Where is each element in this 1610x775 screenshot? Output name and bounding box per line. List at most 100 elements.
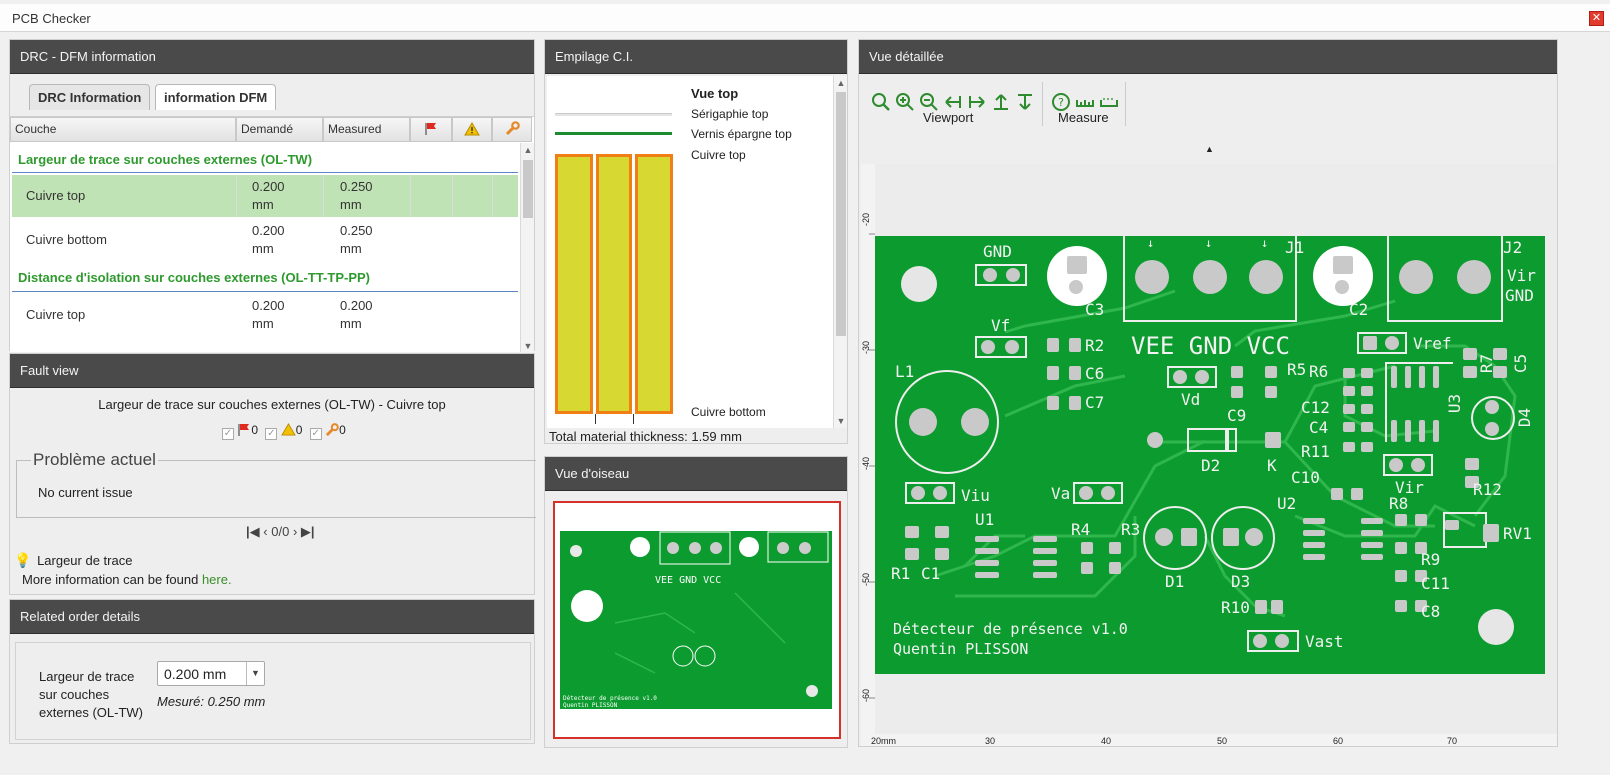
mounting-hole: [901, 266, 937, 302]
ref-c7: C7: [1085, 393, 1105, 412]
pad: [1147, 432, 1163, 448]
column-flag[interactable]: [410, 117, 452, 142]
bird-view-panel: Vue d'oiseau VEE GND VCC Détecteur de pr…: [544, 456, 848, 748]
close-icon[interactable]: ✕: [1589, 11, 1604, 26]
ref-vir: Vir: [1507, 266, 1536, 285]
drc-panel-header: DRC - DFM information: [10, 40, 534, 74]
tab-drc-information[interactable]: DRC Information: [29, 84, 151, 110]
ref-vast: Vast: [1305, 632, 1344, 651]
ref-d3: D3: [1231, 572, 1251, 591]
zoom-fit-icon[interactable]: [871, 92, 891, 112]
pan-down-icon[interactable]: [1015, 92, 1035, 112]
pad: [961, 408, 989, 436]
current-issue-legend: Problème actuel: [31, 450, 158, 470]
svg-text:Détecteur de présence v1.0: Détecteur de présence v1.0: [563, 695, 657, 702]
ref-u2: U2: [1277, 494, 1297, 513]
ref-rv1: RV1: [1503, 524, 1532, 543]
scroll-down-icon[interactable]: ▼: [521, 341, 534, 351]
scroll-down-icon[interactable]: ▼: [834, 416, 848, 426]
hint-line: More information can be found here.: [22, 572, 232, 587]
ref-gnd: GND: [983, 242, 1012, 261]
column-couche[interactable]: Couche: [10, 117, 236, 142]
table-row[interactable]: Cuivre top 0.200 mm 0.250 mm: [12, 175, 518, 217]
measure-distance-icon[interactable]: [1099, 92, 1119, 112]
scroll-up-icon[interactable]: ▲: [834, 78, 848, 88]
tab-information-dfm[interactable]: information DFM: [155, 84, 277, 110]
measure-ruler-icon[interactable]: [1075, 92, 1095, 112]
ref-gnd2: GND: [1505, 286, 1534, 305]
svg-text:Quentin PLISSON: Quentin PLISSON: [563, 702, 618, 709]
fault-view-header: Fault view: [10, 354, 534, 388]
trace-width-select[interactable]: 0.200 mm ▼: [157, 661, 265, 686]
window-title: PCB Checker: [12, 11, 91, 26]
viewport-group-label: Viewport: [923, 110, 974, 125]
column-fix[interactable]: [492, 117, 532, 142]
detail-toolbar: Viewport ? Measure: [861, 78, 1557, 132]
pad: [1067, 256, 1087, 274]
flag-icon: [425, 123, 436, 135]
pad: [1005, 340, 1019, 354]
arrow-icon: ↓: [1147, 236, 1155, 250]
pcb-thumbnail: VEE GND VCC Détecteur de présence v1.0 Q…: [560, 531, 832, 709]
ref-r6: R6: [1309, 362, 1329, 381]
wrench-icon: [505, 121, 520, 136]
pan-up-icon[interactable]: [991, 92, 1011, 112]
y-tick: -60: [861, 688, 871, 702]
ref-c12: C12: [1301, 398, 1330, 417]
scroll-thumb[interactable]: [836, 92, 846, 336]
ref-d2: D2: [1201, 456, 1221, 475]
column-demande[interactable]: Demandé: [236, 117, 323, 142]
order-details-panel: Related order details Largeur de trace s…: [9, 599, 535, 744]
zoom-in-icon[interactable]: [895, 92, 915, 112]
fault-filters: ✓ 0 ✓ 0 ✓ 0: [222, 423, 346, 440]
y-tick: -30: [861, 340, 871, 354]
required-cell: 0.200 mm: [252, 223, 285, 256]
bird-viewport-frame[interactable]: VEE GND VCC Détecteur de présence v1.0 Q…: [553, 501, 841, 739]
scroll-thumb[interactable]: [523, 160, 533, 218]
flag-checkbox[interactable]: ✓: [222, 428, 234, 440]
x-tick: 20mm: [871, 736, 897, 746]
table-row[interactable]: Cuivre top 0.200 mm 0.200 mm: [12, 294, 518, 336]
core-block: [635, 154, 673, 414]
next-page-icon[interactable]: ›: [293, 524, 297, 539]
stack-label-copper-bottom: Cuivre bottom: [691, 405, 766, 419]
help-icon[interactable]: ?: [1051, 92, 1071, 112]
column-warning[interactable]: [452, 117, 492, 142]
warning-checkbox[interactable]: ✓: [265, 428, 278, 440]
stack-label-copper-top: Cuivre top: [691, 148, 746, 162]
layer-cell: Cuivre bottom: [26, 232, 107, 247]
ref-d1: D1: [1165, 572, 1185, 591]
hint-link[interactable]: here.: [202, 572, 232, 587]
collapse-toolbar-icon[interactable]: ▲: [1205, 144, 1214, 154]
stack-label-vue-top: Vue top: [691, 86, 739, 101]
ref-c11: C11: [1421, 574, 1450, 593]
chevron-down-icon[interactable]: ▼: [246, 662, 264, 685]
ref-c10: C10: [1291, 468, 1320, 487]
table-scrollbar[interactable]: ▲ ▼: [520, 143, 534, 352]
detail-canvas[interactable]: -20 -30 -40 -50 -60 20mm 30 40 50 60 70: [861, 164, 1557, 746]
stack-label-mask: Vernis épargne top: [691, 127, 792, 141]
table-header: Couche Demandé Measured: [10, 117, 532, 142]
arrow-icon: ↓: [1205, 236, 1213, 250]
zoom-out-icon[interactable]: [919, 92, 939, 112]
fix-checkbox[interactable]: ✓: [309, 428, 322, 440]
drc-table: Couche Demandé Measured Largeur de trace…: [10, 116, 534, 352]
pan-left-icon[interactable]: [943, 92, 963, 112]
svg-text:VEE GND VCC: VEE GND VCC: [655, 575, 721, 586]
column-measured[interactable]: Measured: [323, 117, 410, 142]
scroll-up-icon[interactable]: ▲: [521, 145, 534, 155]
ref-c2: C2: [1349, 300, 1369, 319]
ref-l1: L1: [895, 362, 915, 381]
order-detail-box: Largeur de trace sur couches externes (O…: [15, 642, 531, 740]
stackup-scrollbar[interactable]: ▲ ▼: [833, 76, 847, 428]
x-tick: 30: [985, 736, 996, 746]
flag-icon: [238, 424, 250, 436]
pan-right-icon[interactable]: [967, 92, 987, 112]
ref-r5: R5: [1287, 360, 1307, 379]
last-page-icon[interactable]: ▶|: [301, 524, 315, 539]
table-row[interactable]: Cuivre bottom 0.200 mm 0.250 mm: [12, 219, 518, 261]
first-page-icon[interactable]: |◀: [246, 524, 260, 539]
bird-view-area[interactable]: VEE GND VCC Détecteur de présence v1.0 Q…: [545, 493, 847, 747]
prev-page-icon[interactable]: ‹: [263, 524, 267, 539]
bird-view-header: Vue d'oiseau: [545, 457, 847, 491]
